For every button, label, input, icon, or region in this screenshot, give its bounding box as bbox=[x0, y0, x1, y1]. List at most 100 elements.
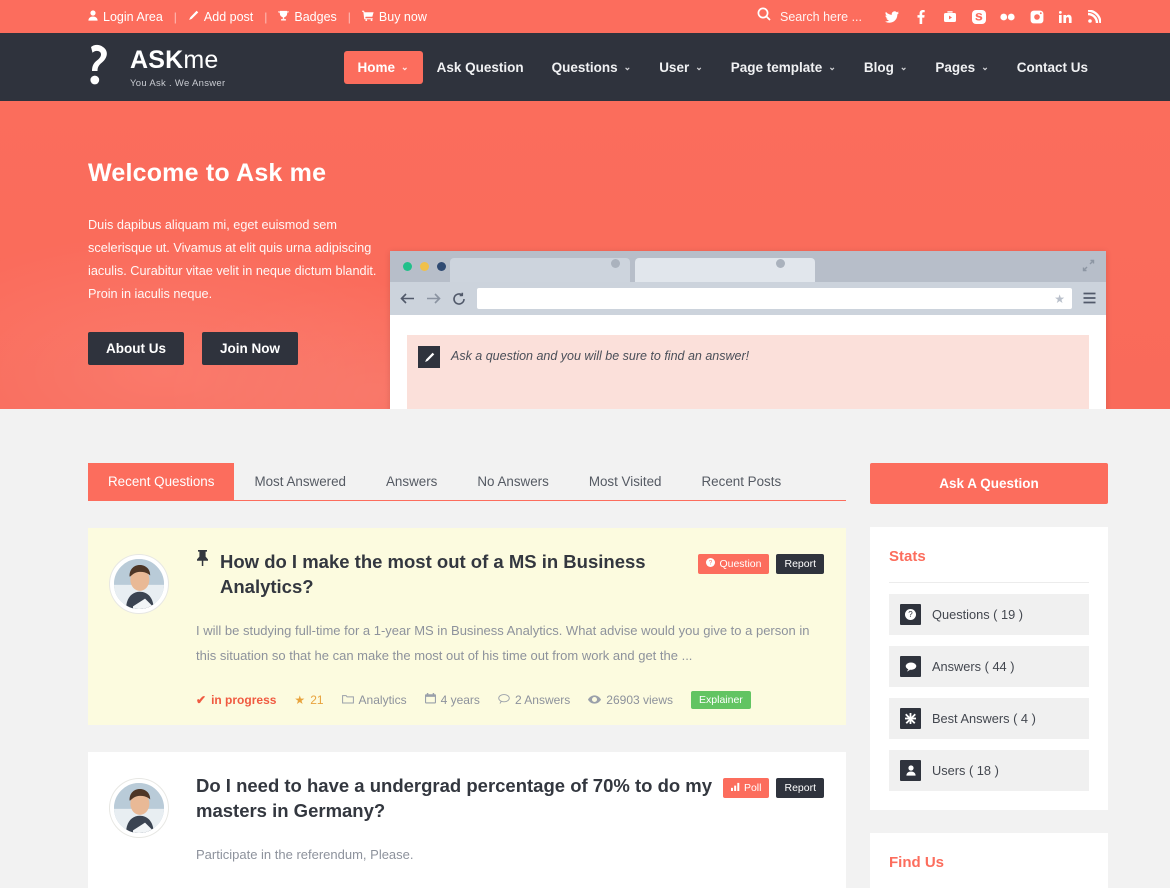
nav-label: Page template bbox=[730, 59, 823, 75]
search-icon[interactable] bbox=[757, 7, 771, 26]
sidebar: Ask A Question Stats ? Questions ( 19 ) … bbox=[870, 463, 1108, 888]
nav-item-home[interactable]: Home ⌄ bbox=[343, 50, 423, 84]
top-link-add-post[interactable]: Add post bbox=[188, 10, 253, 24]
stat-item-answers[interactable]: Answers ( 44 ) bbox=[889, 646, 1089, 687]
nav-item-user[interactable]: User ⌄ bbox=[645, 51, 717, 84]
question-circle-icon: ? bbox=[706, 558, 716, 570]
svg-text:?: ? bbox=[709, 560, 713, 567]
question-title[interactable]: How do I make the most out of a MS in Bu… bbox=[196, 550, 688, 600]
badge-label: Poll bbox=[743, 781, 762, 794]
question-circle-icon: ? bbox=[900, 604, 921, 625]
top-link-badges[interactable]: Badges bbox=[278, 10, 337, 24]
close-icon[interactable] bbox=[403, 262, 412, 271]
window-controls[interactable] bbox=[403, 262, 446, 271]
stat-label: Users ( 18 ) bbox=[932, 763, 999, 778]
check-icon: ✔ bbox=[196, 692, 207, 707]
nav-label: Pages bbox=[935, 59, 976, 75]
facebook-icon[interactable] bbox=[913, 9, 928, 24]
star-icon[interactable]: ★ bbox=[1054, 292, 1065, 306]
search-area[interactable]: Search here ... bbox=[757, 7, 862, 26]
stat-label: Questions ( 19 ) bbox=[932, 607, 1024, 622]
logo-title-bold: ASK bbox=[130, 45, 184, 74]
question-title[interactable]: Do I need to have a undergrad percentage… bbox=[196, 774, 713, 824]
pencil-icon bbox=[418, 346, 440, 368]
nav-label: User bbox=[659, 59, 690, 75]
about-us-button[interactable]: About Us bbox=[88, 332, 184, 366]
avatar-column bbox=[110, 550, 182, 725]
youtube-icon[interactable] bbox=[942, 9, 957, 24]
question-body: How do I make the most out of a MS in Bu… bbox=[182, 550, 824, 725]
nav-label: Blog bbox=[863, 59, 894, 75]
nav-item-contact-us[interactable]: Contact Us bbox=[1003, 51, 1102, 84]
minimize-icon[interactable] bbox=[420, 262, 429, 271]
question-excerpt: Participate in the referendum, Please. bbox=[196, 846, 414, 862]
flickr-icon[interactable] bbox=[1000, 9, 1015, 24]
asterisk-icon bbox=[900, 708, 921, 729]
question-type-badge[interactable]: ? Question bbox=[698, 554, 770, 574]
question-mark-icon bbox=[88, 44, 118, 90]
skype-icon[interactable] bbox=[971, 9, 986, 24]
stat-item-best-answers[interactable]: Best Answers ( 4 ) bbox=[889, 698, 1089, 739]
tab-most-answered[interactable]: Most Answered bbox=[234, 463, 366, 500]
twitter-icon[interactable] bbox=[884, 9, 899, 24]
linkedin-icon[interactable] bbox=[1058, 9, 1073, 24]
top-link-label: Add post bbox=[203, 9, 254, 24]
tab-recent-posts[interactable]: Recent Posts bbox=[682, 463, 802, 500]
stat-item-users[interactable]: Users ( 18 ) bbox=[889, 750, 1089, 791]
calendar-icon bbox=[424, 692, 436, 707]
avatar[interactable] bbox=[110, 555, 168, 613]
tab-recent-questions[interactable]: Recent Questions bbox=[88, 463, 235, 500]
hamburger-icon[interactable] bbox=[1083, 291, 1096, 307]
nav-item-blog[interactable]: Blog ⌄ bbox=[850, 51, 922, 84]
question-header: How do I make the most out of a MS in Bu… bbox=[196, 550, 824, 600]
top-link-buy-now[interactable]: Buy now bbox=[361, 10, 427, 24]
status-text: in progress bbox=[211, 692, 277, 707]
badge-label: Question bbox=[719, 558, 762, 570]
pin-icon bbox=[196, 550, 209, 572]
stat-item-questions[interactable]: ? Questions ( 19 ) bbox=[889, 594, 1089, 635]
ask-a-question-button[interactable]: Ask A Question bbox=[870, 463, 1108, 504]
instagram-icon[interactable] bbox=[1029, 9, 1044, 24]
tab-most-visited[interactable]: Most Visited bbox=[569, 463, 682, 500]
trophy-icon bbox=[278, 10, 290, 24]
join-now-button[interactable]: Join Now bbox=[202, 332, 298, 366]
bar-chart-icon bbox=[730, 782, 740, 794]
browser-mockup: ★ Ask a question and you will be sure to… bbox=[390, 251, 1106, 409]
top-link-login-area[interactable]: Login Area bbox=[88, 10, 163, 24]
browser-viewport: Ask a question and you will be sure to f… bbox=[390, 315, 1106, 409]
question-title-text: Do I need to have a undergrad percentage… bbox=[196, 774, 713, 821]
user-icon bbox=[900, 760, 921, 781]
reload-icon[interactable] bbox=[452, 292, 466, 306]
chevron-down-icon: ⌄ bbox=[623, 61, 632, 72]
question-card: How do I make the most out of a MS in Bu… bbox=[88, 528, 846, 725]
nav-item-questions[interactable]: Questions ⌄ bbox=[538, 51, 646, 84]
nav-item-page-template[interactable]: Page template ⌄ bbox=[717, 51, 850, 84]
browser-tab[interactable] bbox=[635, 258, 815, 282]
answers-label: 2 Answers bbox=[514, 692, 571, 707]
report-button[interactable]: Report bbox=[776, 777, 824, 798]
forward-arrow-icon[interactable] bbox=[426, 292, 441, 305]
separator: | bbox=[347, 9, 351, 24]
find-us-widget: Find Us Subscribe To RSS Feed bbox=[870, 833, 1108, 888]
report-button[interactable]: Report bbox=[776, 554, 824, 574]
question-type-badge[interactable]: Poll bbox=[722, 777, 770, 798]
maximize-icon[interactable] bbox=[437, 262, 446, 271]
tab-no-answers[interactable]: No Answers bbox=[457, 463, 568, 500]
rss-icon[interactable] bbox=[1087, 9, 1102, 24]
nav-item-ask-question[interactable]: Ask Question bbox=[423, 51, 538, 84]
browser-tab[interactable] bbox=[450, 258, 630, 282]
tab-answers[interactable]: Answers bbox=[366, 463, 457, 500]
back-arrow-icon[interactable] bbox=[400, 292, 415, 305]
category[interactable]: Analytics bbox=[341, 693, 407, 707]
avatar[interactable] bbox=[110, 778, 168, 837]
hero-title: Welcome to Ask me bbox=[88, 159, 327, 187]
ask-question-box[interactable]: Ask a question and you will be sure to f… bbox=[407, 335, 1089, 409]
logo[interactable]: ASKme You Ask . We Answer bbox=[88, 44, 225, 90]
question-body: Do I need to have a undergrad percentage… bbox=[182, 774, 824, 888]
expand-icon[interactable] bbox=[1082, 259, 1095, 275]
nav-item-pages[interactable]: Pages ⌄ bbox=[921, 51, 1002, 84]
address-input[interactable]: ★ bbox=[477, 288, 1072, 309]
question-card: Do I need to have a undergrad percentage… bbox=[88, 751, 846, 888]
search-input[interactable]: Search here ... bbox=[780, 10, 862, 24]
social-links bbox=[884, 9, 1102, 24]
